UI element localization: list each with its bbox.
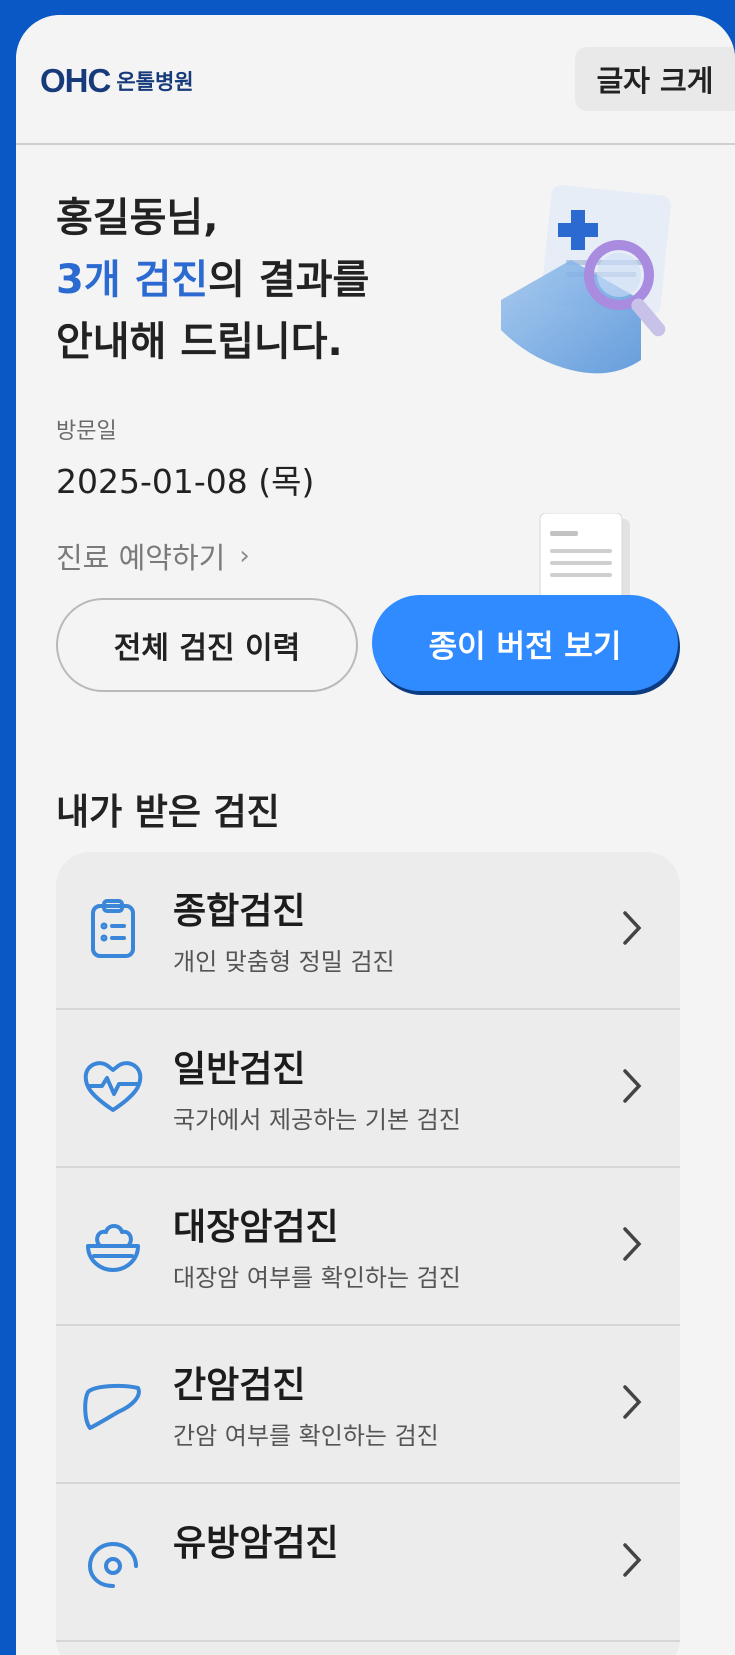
envelope-magnifier-illustration	[501, 185, 671, 374]
hospital-logo[interactable]: OHC 온톨병원	[40, 61, 194, 101]
liver-icon	[83, 1383, 141, 1430]
chevron-right-icon	[623, 1385, 642, 1419]
exam-subtitle: 간암 여부를 확인하는 검진	[173, 1422, 439, 1450]
reservation-link[interactable]: 진료 예약하기 ›	[56, 535, 250, 577]
exam-title: 대장암검진	[173, 1207, 339, 1248]
exam-title: 일반검진	[173, 1049, 306, 1090]
logo-mark: OHC	[40, 62, 111, 99]
chevron-right-icon	[623, 1069, 642, 1103]
greeting-line1: 홍길동님,	[56, 195, 219, 241]
greeting-line3: 안내해 드립니다.	[56, 319, 343, 365]
chevron-right-icon	[623, 1227, 642, 1261]
bowl-icon	[86, 1224, 140, 1272]
exam-title: 간암검진	[173, 1365, 306, 1406]
exam-item-general[interactable]: 일반검진 국가에서 제공하는 기본 검진	[56, 1010, 680, 1168]
font-size-button[interactable]: 글자 크게	[575, 47, 735, 111]
section-title: 내가 받은 검진	[56, 792, 280, 833]
exam-title: 유방암검진	[173, 1523, 339, 1564]
reservation-label: 진료 예약하기	[56, 541, 226, 575]
paper-version-button[interactable]: 종이 버전 보기	[372, 595, 678, 691]
app-screen: OHC 온톨병원 글자 크게 홍길동님, 3개 검진의 결과를 안내해 드립니다…	[16, 15, 735, 1655]
top-bar: OHC 온톨병원 글자 크게	[16, 15, 735, 145]
greeting-heading: 홍길동님, 3개 검진의 결과를 안내해 드립니다.	[56, 187, 369, 373]
exam-title: 종합검진	[173, 891, 306, 932]
chevron-right-icon	[623, 911, 642, 945]
exam-history-button[interactable]: 전체 검진 이력	[56, 598, 358, 692]
exam-item-colon-cancer[interactable]: 대장암검진 대장암 여부를 확인하는 검진	[56, 1168, 680, 1326]
chevron-right-icon: ›	[239, 541, 250, 571]
exam-subtitle: 개인 맞춤형 정밀 검진	[173, 948, 395, 976]
heart-pulse-icon	[83, 1061, 143, 1112]
visit-date-value: 2025-01-08 (목)	[56, 462, 315, 501]
paper-document-icon	[539, 513, 630, 599]
greeting-line2: 3개 검진의 결과를	[56, 249, 369, 311]
greeting-line2-rest: 의 결과를	[208, 257, 370, 303]
exam-item-breast-cancer[interactable]: 유방암검진	[56, 1484, 680, 1642]
logo-text: 온톨병원	[116, 70, 194, 94]
exam-list: 종합검진 개인 맞춤형 정밀 검진 일반검진 국가에서 제공하는 기본 검진 대…	[56, 852, 680, 1655]
exam-count-highlight: 3개 검진	[56, 257, 209, 303]
visit-date-label: 방문일	[56, 419, 117, 444]
clipboard-icon	[91, 899, 135, 958]
exam-item-liver-cancer[interactable]: 간암검진 간암 여부를 확인하는 검진	[56, 1326, 680, 1484]
breast-icon	[88, 1542, 138, 1588]
exam-item-comprehensive[interactable]: 종합검진 개인 맞춤형 정밀 검진	[56, 852, 680, 1010]
chevron-right-icon	[623, 1543, 642, 1577]
exam-subtitle: 국가에서 제공하는 기본 검진	[173, 1106, 461, 1134]
exam-subtitle: 대장암 여부를 확인하는 검진	[173, 1264, 461, 1292]
